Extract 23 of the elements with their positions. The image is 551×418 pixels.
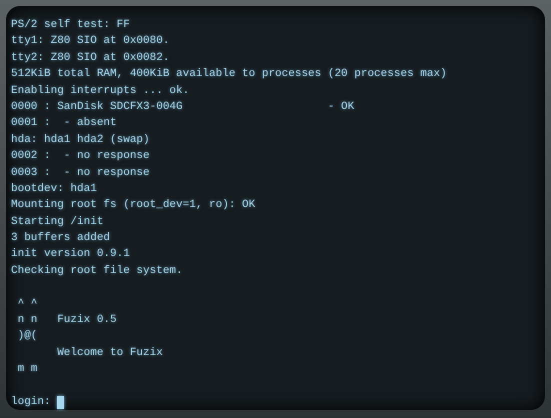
terminal-line: Checking root file system.	[11, 264, 183, 279]
terminal-line: n n Fuzix 0.5	[16, 313, 117, 328]
terminal-line: Welcome to Fuzix	[56, 346, 163, 361]
login-prompt: login:	[11, 394, 51, 410]
terminal-line: 0000 : SanDisk SDCFX3-004G - OK	[11, 100, 354, 115]
terminal-line: 0001 : - absent	[11, 116, 117, 132]
terminal-line: )@(	[16, 329, 38, 344]
terminal-line: Enabling interrupts ... ok.	[11, 84, 190, 99]
terminal-line: 0003 : - no response	[11, 166, 150, 181]
terminal-line: 512KiB total RAM, 400KiB available to processes (20 processes max)	[11, 67, 447, 82]
terminal-line: tty1: Z80 SIO at 0x0080.	[11, 34, 170, 50]
terminal-line: Starting /init	[11, 214, 104, 230]
terminal-line: m m	[16, 362, 38, 378]
terminal-line: hda: hda1 hda2 (swap)	[11, 132, 150, 148]
terminal-line: 0002 : - no response	[11, 149, 150, 164]
terminal-line: init version 0.9.1	[11, 247, 130, 262]
terminal-line: ^ ^	[16, 296, 38, 312]
terminal-line: PS/2 self test: FF	[11, 18, 130, 33]
terminal-line: bootdev: hda1	[11, 182, 97, 197]
terminal-line: Mounting root fs (root_dev=1, ro): OK	[11, 198, 256, 214]
terminal-line: 3 buffers added	[11, 231, 110, 246]
text-cursor-icon	[56, 396, 64, 409]
terminal-line: tty2: Z80 SIO at 0x0082.	[11, 50, 170, 66]
